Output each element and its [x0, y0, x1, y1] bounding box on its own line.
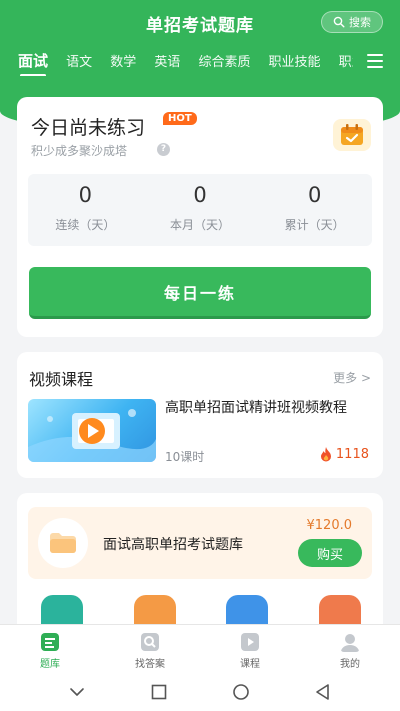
nav-course[interactable]: 课程 — [200, 625, 300, 672]
nav-question-bank[interactable]: 题库 — [0, 625, 100, 672]
folder-icon — [38, 518, 88, 568]
find-answer-icon — [141, 633, 159, 651]
nav-profile[interactable]: 我的 — [300, 625, 400, 672]
bottom-nav: 题库 找答案 课程 我的 — [0, 624, 400, 672]
course-lessons: 10课时 — [165, 450, 205, 464]
hide-keyboard-icon[interactable] — [68, 683, 86, 701]
question-bank-price: ¥120.0 — [306, 518, 353, 533]
stat-value: 0 — [193, 183, 207, 207]
help-icon[interactable]: ? — [157, 143, 170, 156]
nav-label: 我的 — [340, 659, 360, 670]
tab-english[interactable]: 英语 — [154, 51, 180, 70]
nav-label: 课程 — [240, 659, 260, 670]
question-bank-item[interactable]: 面试高职单招考试题库 ¥120.0 购买 — [28, 507, 372, 579]
stat-total: 0 累计（天） — [257, 174, 372, 246]
question-bank-icon — [41, 633, 59, 651]
feature-icon-teal[interactable] — [41, 595, 83, 625]
stat-value: 0 — [78, 183, 93, 207]
stat-this-month: 0 本月（天） — [143, 174, 258, 246]
calendar-icon[interactable] — [333, 119, 371, 151]
top-bar: 单招考试题库 搜索 — [0, 0, 400, 44]
practice-stats: 0 连续（天） 0 本月（天） 0 累计（天） — [28, 174, 372, 246]
feature-icon-orange[interactable] — [133, 595, 176, 625]
tab-math[interactable]: 数学 — [110, 51, 136, 70]
practice-subtitle: 积少成多聚沙成塔 — [31, 144, 128, 158]
buy-button[interactable]: 购买 — [298, 539, 362, 567]
more-link[interactable]: 更多 > — [333, 369, 371, 386]
daily-practice-button[interactable]: 每日一练 — [29, 267, 371, 319]
search-label: 搜索 — [349, 16, 371, 29]
hot-badge: HOT — [163, 112, 197, 125]
question-bank-name: 面试高职单招考试题库 — [103, 537, 243, 553]
menu-icon[interactable] — [367, 54, 383, 68]
tab-vocational[interactable]: 职业 — [339, 51, 353, 70]
home-icon[interactable] — [232, 683, 250, 701]
views-count: 1118 — [335, 447, 369, 462]
feature-row — [41, 595, 361, 625]
daily-practice-card: 今日尚未练习 HOT 积少成多聚沙成塔 ? 0 连续（天） 0 本月（天） 0 … — [17, 97, 383, 337]
tab-comprehensive[interactable]: 综合素质 — [198, 51, 250, 70]
tab-interview[interactable]: 面试 — [18, 50, 48, 76]
video-section-title: 视频课程 — [29, 370, 94, 389]
stat-label: 本月（天） — [170, 218, 231, 232]
stat-value: 0 — [307, 183, 322, 207]
recents-icon[interactable] — [150, 683, 168, 701]
search-button[interactable]: 搜索 — [321, 11, 383, 33]
stat-label: 累计（天） — [284, 218, 345, 232]
search-icon — [333, 16, 345, 28]
feature-icon-red[interactable] — [318, 595, 361, 625]
course-icon — [241, 633, 259, 651]
stat-label: 连续（天） — [55, 218, 116, 232]
tab-chinese[interactable]: 语文 — [66, 51, 92, 70]
profile-icon — [341, 634, 359, 652]
course-name[interactable]: 高职单招面试精讲班视频教程 — [165, 397, 370, 419]
course-views: 1118 — [319, 447, 369, 462]
nav-find-answer[interactable]: 找答案 — [100, 625, 200, 672]
fire-icon — [320, 447, 331, 462]
video-course-card: 视频课程 更多 > 高职单招面试精讲班视频教程 10课时 1118 — [17, 352, 383, 478]
nav-label: 找答案 — [135, 659, 165, 670]
subject-tabs: 面试 语文 数学 英语 综合素质 职业技能 职业 — [18, 50, 353, 76]
system-nav-bar — [0, 672, 400, 711]
nav-label: 题库 — [40, 659, 60, 670]
tab-vocational-skills[interactable]: 职业技能 — [269, 51, 321, 70]
video-thumbnail[interactable] — [28, 399, 156, 462]
practice-status-title: 今日尚未练习 — [31, 117, 146, 139]
back-icon[interactable] — [314, 683, 332, 701]
stat-consecutive: 0 连续（天） — [28, 174, 143, 246]
feature-icon-blue[interactable] — [226, 595, 269, 625]
